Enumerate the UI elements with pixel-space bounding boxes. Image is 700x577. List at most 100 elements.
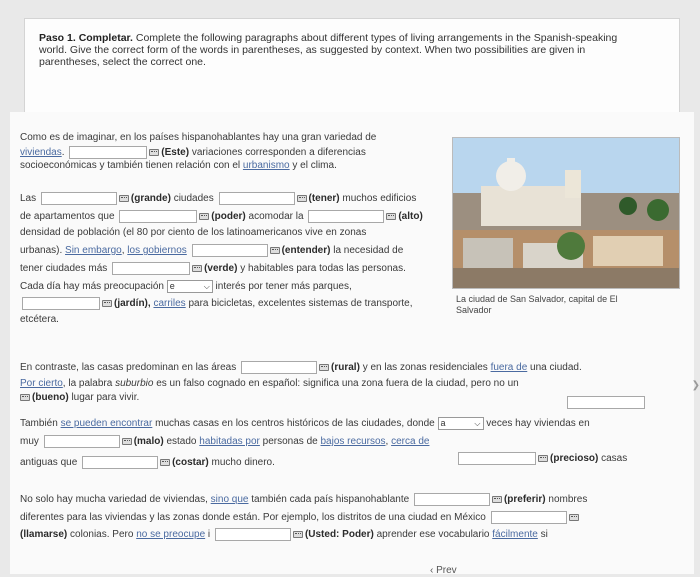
text: socioeconómicas y también tienen relació… xyxy=(20,160,241,171)
text: tener ciudades más xyxy=(20,263,108,275)
text: mucho dinero. xyxy=(211,457,275,469)
keyboard-icon[interactable] xyxy=(20,393,30,401)
p1-line: Las (grande) ciudades (tener) muchos edi… xyxy=(20,192,416,205)
answer-input[interactable] xyxy=(214,528,291,541)
chevron-down-icon: ⌵ xyxy=(474,419,481,428)
text: también cada país hispanohablante xyxy=(251,494,410,506)
vocab-link[interactable]: se pueden encontrar xyxy=(61,418,153,429)
vocab-link[interactable]: viviendas xyxy=(20,147,62,158)
conjunction-select[interactable]: a ⌵ xyxy=(437,417,484,430)
p3-line: muy (malo) estado habitadas por personas… xyxy=(20,435,430,448)
answer-input[interactable] xyxy=(112,262,191,275)
text: colonias. Pero xyxy=(70,529,134,541)
keyboard-icon[interactable] xyxy=(118,195,129,202)
text: una ciudad. xyxy=(530,362,582,374)
hint: (entender) xyxy=(281,245,331,257)
caption-line: La ciudad de San Salvador, capital de El xyxy=(456,294,618,304)
text: y el clima. xyxy=(292,160,337,171)
vocab-link[interactable]: fuera de xyxy=(491,362,528,373)
text: y habitables para todas las personas. xyxy=(240,263,406,275)
answer-input[interactable] xyxy=(567,396,645,409)
text: suburbio xyxy=(115,378,154,389)
keyboard-icon[interactable] xyxy=(319,364,330,371)
p4-line: diferentes para las viviendas y las zona… xyxy=(20,511,581,524)
chevron-down-icon: ⌵ xyxy=(203,282,210,291)
p3-line: (precioso) casas xyxy=(456,452,627,465)
p3-line: También se pueden encontrar muchas casas… xyxy=(20,417,590,430)
selected-value: a xyxy=(440,418,446,428)
p1-line: Cada día hay más preocupación e ⌵ interés… xyxy=(20,280,352,293)
text: si xyxy=(540,529,548,541)
text: la necesidad de xyxy=(333,245,404,257)
instructions-text-2: world. Give the correct form of the word… xyxy=(39,44,586,56)
p2-line: (bueno) lugar para vivir. xyxy=(20,392,139,404)
keyboard-icon[interactable] xyxy=(199,213,210,220)
vocab-link[interactable]: fácilmente xyxy=(492,529,538,540)
p1-line: etcétera. xyxy=(20,314,59,325)
keyboard-icon[interactable] xyxy=(149,149,160,156)
vocab-link[interactable]: habitadas por xyxy=(199,436,260,447)
hint: (alto) xyxy=(398,211,423,223)
prev-button[interactable]: ‹ Prev xyxy=(430,565,457,576)
p4-line: (llamarse) colonias. Pero no se preocupe… xyxy=(20,528,548,541)
p1-line: viviendas. (Este) variaciones correspond… xyxy=(20,146,366,159)
keyboard-icon[interactable] xyxy=(568,514,579,521)
answer-input[interactable] xyxy=(119,210,198,223)
keyboard-icon[interactable] xyxy=(121,438,132,445)
text: muchas casas en los centros históricos d… xyxy=(155,418,435,430)
answer-input[interactable] xyxy=(69,146,148,159)
answer-input[interactable] xyxy=(458,452,536,465)
text: muchos edificios xyxy=(342,193,417,205)
answer-input[interactable] xyxy=(241,361,318,374)
keyboard-icon[interactable] xyxy=(491,496,502,503)
keyboard-icon[interactable] xyxy=(160,459,171,466)
keyboard-icon[interactable] xyxy=(102,300,112,307)
p1-line: de apartamentos que (poder) acomodar la … xyxy=(20,210,423,223)
keyboard-icon[interactable] xyxy=(292,531,303,538)
vocab-link[interactable]: los gobiernos xyxy=(127,245,186,256)
p1-line: Como es de imaginar, en los países hispa… xyxy=(20,132,377,143)
text: lugar para vivir. xyxy=(71,392,140,403)
answer-input[interactable] xyxy=(191,244,268,257)
hint: (poder) xyxy=(211,211,246,223)
vocab-link[interactable]: carriles xyxy=(153,298,185,309)
hint: (tener) xyxy=(308,193,340,205)
keyboard-icon[interactable] xyxy=(386,213,397,220)
p1-line: socioeconómicas y también tienen relació… xyxy=(20,160,337,172)
keyboard-icon[interactable] xyxy=(296,195,307,202)
vocab-link[interactable]: no se preocupe xyxy=(136,529,205,540)
text: En contraste, las casas predominan en la… xyxy=(20,362,237,374)
p4-line: No solo hay mucha variedad de viviendas,… xyxy=(20,493,587,506)
next-edge-icon[interactable]: ❯ xyxy=(692,380,700,391)
hint: (Usted: Poder) xyxy=(304,529,374,541)
text: veces hay viviendas en xyxy=(486,418,590,430)
text: aprender ese vocabulario xyxy=(376,529,490,541)
answer-input[interactable] xyxy=(22,297,100,310)
p2-line: En contraste, las casas predominan en la… xyxy=(20,361,582,374)
keyboard-icon[interactable] xyxy=(192,265,203,272)
text: interés por tener más parques, xyxy=(215,281,352,293)
text: variaciones corresponden a diferencias xyxy=(191,147,366,159)
text: nombres xyxy=(548,494,588,506)
answer-input[interactable] xyxy=(308,210,385,223)
p3-line: antiguas que (costar) mucho dinero. xyxy=(20,456,275,469)
p1-line: (jardín), carriles para bicicletas, exce… xyxy=(20,297,412,310)
vocab-link[interactable]: bajos recursos xyxy=(321,436,386,447)
answer-input[interactable] xyxy=(218,192,295,205)
keyboard-icon[interactable] xyxy=(269,247,280,254)
vocab-link[interactable]: sino que xyxy=(211,494,249,505)
hint: (bueno) xyxy=(32,392,69,403)
text: i xyxy=(207,529,211,541)
answer-input[interactable] xyxy=(82,456,159,469)
answer-input[interactable] xyxy=(43,435,120,448)
answer-input[interactable] xyxy=(40,192,117,205)
conjunction-select[interactable]: e ⌵ xyxy=(166,280,213,293)
answer-input[interactable] xyxy=(413,493,490,506)
keyboard-icon[interactable] xyxy=(538,455,548,462)
vocab-link[interactable]: Sin embargo xyxy=(65,245,122,256)
answer-input[interactable] xyxy=(490,511,567,524)
instructions-text-1: Complete the following paragraphs about … xyxy=(135,32,618,44)
vocab-link[interactable]: Por cierto xyxy=(20,378,63,389)
vocab-link[interactable]: cerca de xyxy=(391,436,429,447)
vocab-link[interactable]: urbanismo xyxy=(243,160,290,171)
